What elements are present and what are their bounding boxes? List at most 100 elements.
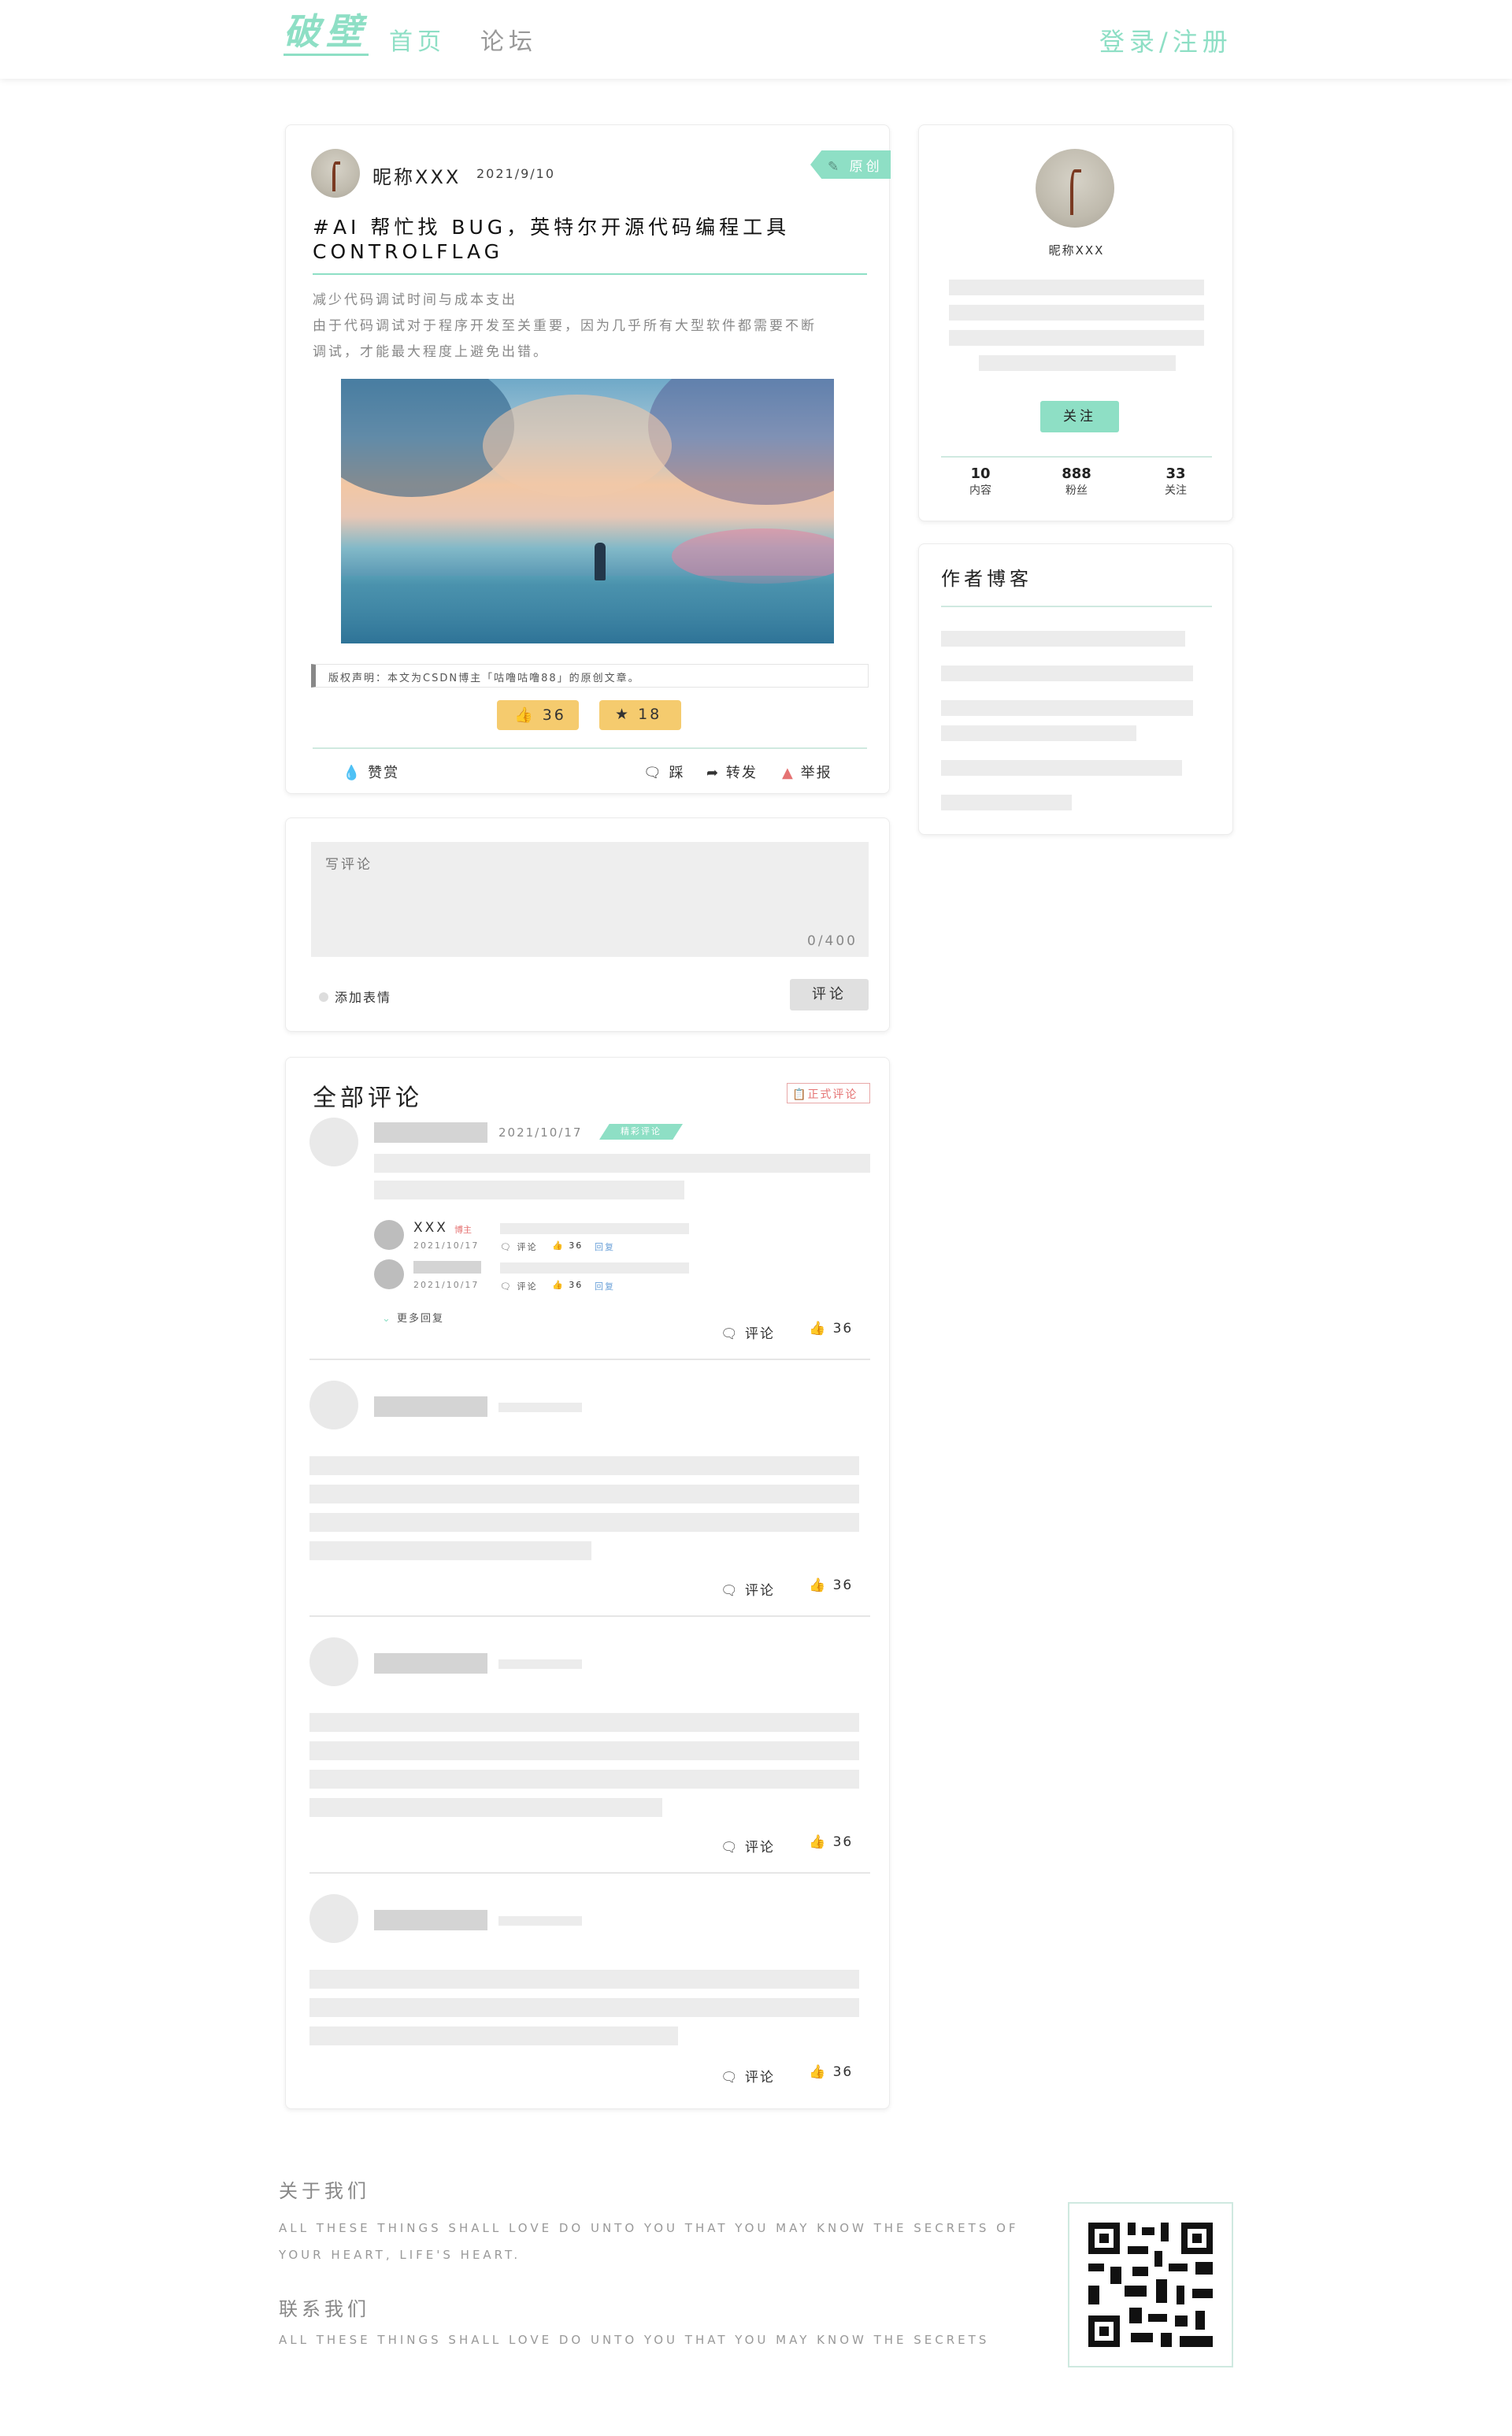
commenter-name-placeholder	[374, 1122, 487, 1143]
blog-entry-placeholder[interactable]	[941, 700, 1193, 716]
thumb-up-icon: 👍	[552, 1240, 565, 1251]
star-button[interactable]: ★ 18	[599, 700, 681, 730]
add-emoji-button[interactable]: 添加表情	[319, 987, 391, 1006]
thumb-up-icon: 👍	[514, 706, 536, 724]
stat-following[interactable]: 33 关注	[1144, 465, 1207, 498]
blog-entry-placeholder[interactable]	[941, 631, 1185, 647]
post-title-line1: #AI 帮忙找 BUG，英特尔开源代码编程工具	[313, 216, 791, 239]
stat-label: 粉丝	[1065, 484, 1088, 497]
profile-avatar[interactable]	[1036, 149, 1114, 228]
dislike-button[interactable]: 🗨 踩	[643, 762, 685, 782]
reply-avatar[interactable]	[374, 1220, 404, 1250]
about-text: ALL THESE THINGS SHALL LOVE DO UNTO YOU …	[279, 2215, 1019, 2268]
qr-code-icon	[1088, 2223, 1213, 2347]
comment-reply-button[interactable]: 🗨 评论	[721, 1579, 775, 1599]
author-blog-card: 作者博客	[918, 543, 1233, 835]
reply-reply-button[interactable]: 回复	[595, 1240, 615, 1253]
qr-code[interactable]	[1068, 2202, 1233, 2367]
comment-text-placeholder	[309, 1541, 591, 1560]
reply-avatar[interactable]	[374, 1259, 404, 1289]
comment-date-placeholder	[498, 1659, 582, 1669]
commenter-avatar[interactable]	[309, 1637, 358, 1686]
commenter-avatar[interactable]	[309, 1118, 358, 1166]
comment-text-placeholder	[309, 1998, 859, 2017]
author-blog-title: 作者博客	[941, 568, 1032, 590]
login-register-link[interactable]: 登录/注册	[1099, 22, 1232, 58]
reward-button[interactable]: 💧 赞赏	[343, 762, 399, 782]
reply-author-name[interactable]: XXX	[413, 1220, 448, 1236]
follow-button[interactable]: 关注	[1040, 401, 1119, 432]
title-divider	[313, 273, 867, 275]
action-divider	[313, 747, 867, 749]
report-button[interactable]: ▲ 举报	[782, 762, 832, 782]
thumb-up-icon: 👍	[552, 1280, 565, 1290]
author-avatar[interactable]	[311, 149, 360, 198]
top-bar: 破壁 首页 论坛 登录/注册	[0, 0, 1512, 79]
comment-text-placeholder	[309, 1713, 859, 1732]
comment-text-placeholder	[309, 1798, 662, 1817]
reply-name-placeholder	[413, 1261, 481, 1274]
hot-comment-tag: 精彩评论	[599, 1124, 683, 1140]
stat-value: 33	[1166, 465, 1186, 482]
commenter-name-placeholder	[374, 1910, 487, 1930]
blog-entry-placeholder[interactable]	[941, 795, 1072, 810]
comment-icon: 🗨	[721, 1583, 739, 1599]
warning-icon: ▲	[782, 765, 795, 781]
nav-home[interactable]: 首页	[389, 22, 446, 57]
comment-reply-button[interactable]: 🗨 评论	[721, 2066, 775, 2086]
reply-date: 2021/10/17	[413, 1240, 480, 1251]
like-button[interactable]: 👍 36	[497, 700, 579, 730]
author-name[interactable]: 昵称XXX	[372, 161, 461, 189]
thumb-down-icon: 🗨	[643, 765, 663, 781]
about-text-line: YOUR HEART, LIFE'S HEART.	[279, 2248, 521, 2262]
stat-label: 关注	[1165, 484, 1187, 497]
drop-icon: 💧	[343, 765, 362, 781]
reply-comment-button[interactable]: 🗨 评论	[500, 1240, 537, 1253]
reply-like-button[interactable]: 👍 36	[552, 1240, 583, 1251]
share-label: 转发	[725, 765, 758, 781]
commenter-name-placeholder	[374, 1396, 487, 1417]
blog-entry-placeholder[interactable]	[941, 725, 1136, 741]
share-button[interactable]: ➦ 转发	[706, 762, 758, 782]
post-image[interactable]	[341, 379, 834, 643]
stat-fans[interactable]: 888 粉丝	[1045, 465, 1108, 498]
comment-like-button[interactable]: 👍 36	[809, 1321, 853, 1337]
chevron-down-icon: ⌄	[382, 1313, 392, 1325]
thumb-up-icon: 👍	[809, 1834, 828, 1850]
submit-comment-button[interactable]: 评论	[790, 979, 869, 1010]
original-badge-label: 原创	[849, 159, 883, 175]
more-replies-button[interactable]: ⌄ 更多回复	[382, 1310, 444, 1325]
comment-divider	[309, 1872, 870, 1874]
comment-like-button[interactable]: 👍 36	[809, 1578, 853, 1593]
pen-icon: ✎	[828, 159, 843, 175]
post-title-line2: CONTROLFLAG	[313, 240, 503, 263]
comment-date: 2021/10/17	[498, 1125, 583, 1140]
nav-forum[interactable]: 论坛	[480, 22, 537, 57]
summary-line: 调试，才能最大程度上避免出错。	[313, 344, 549, 360]
reply-comment-button[interactable]: 🗨 评论	[500, 1280, 537, 1292]
report-label: 举报	[800, 765, 832, 781]
commenter-avatar[interactable]	[309, 1381, 358, 1429]
comment-like-button[interactable]: 👍 36	[809, 1834, 853, 1850]
comment-icon: 🗨	[721, 1840, 739, 1856]
reply-reply-button[interactable]: 回复	[595, 1280, 615, 1292]
stat-content[interactable]: 10 内容	[949, 465, 1012, 498]
blog-entry-placeholder[interactable]	[941, 760, 1182, 776]
author-tag: 博主	[454, 1225, 472, 1235]
site-logo[interactable]: 破壁	[284, 11, 369, 56]
profile-bio-placeholder	[949, 305, 1204, 321]
comments-title: 全部评论	[313, 1085, 423, 1112]
commenter-avatar[interactable]	[309, 1894, 358, 1943]
comment-textarea[interactable]: 写评论 0/400	[311, 842, 869, 957]
comment-text-placeholder	[374, 1181, 684, 1199]
profile-bio-placeholder	[949, 280, 1204, 295]
comment-like-button[interactable]: 👍 36	[809, 2064, 853, 2080]
reply-like-button[interactable]: 👍 36	[552, 1280, 583, 1290]
comments-card: 全部评论 📋正式评论 2021/10/17 精彩评论 XXX 博主 2021/1…	[285, 1057, 890, 2109]
comment-divider	[309, 1615, 870, 1617]
comment-reply-button[interactable]: 🗨 评论	[721, 1322, 775, 1342]
profile-name[interactable]: 昵称XXX	[919, 242, 1234, 258]
comment-reply-button[interactable]: 🗨 评论	[721, 1836, 775, 1856]
commenter-name-placeholder	[374, 1653, 487, 1674]
blog-entry-placeholder[interactable]	[941, 666, 1193, 681]
